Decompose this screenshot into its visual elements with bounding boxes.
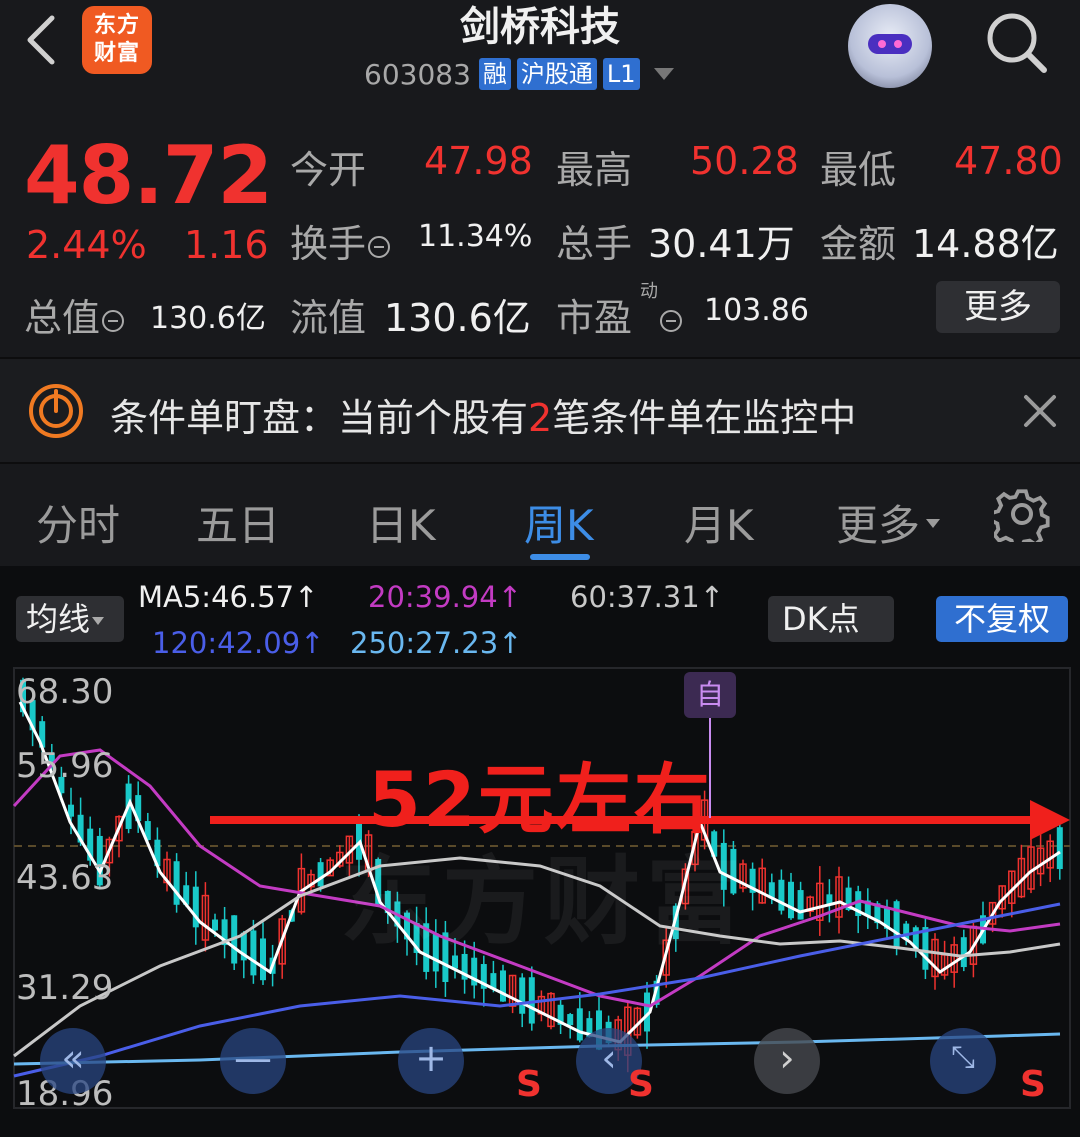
candle-body xyxy=(1056,827,1063,870)
ma250-line xyxy=(13,1032,1061,1066)
top-bar: 东方 财富 剑桥科技 603083 融 沪股通 L1 xyxy=(0,0,1080,105)
next-button[interactable]: › xyxy=(754,1028,820,1094)
turnover-label[interactable]: 换手 xyxy=(290,213,391,268)
close-icon[interactable] xyxy=(1018,389,1062,433)
rewind-button[interactable]: « xyxy=(40,1028,106,1094)
search-icon[interactable] xyxy=(980,10,1052,76)
stock-code-row[interactable]: 603083 融 沪股通 L1 xyxy=(364,56,674,92)
candle-body xyxy=(778,879,785,911)
high-label: 最高 xyxy=(556,148,633,192)
volume-label: 总手 xyxy=(556,222,633,266)
more-button[interactable]: 更多 xyxy=(936,281,1060,333)
candle-body xyxy=(797,890,804,920)
candle-body xyxy=(519,977,526,1014)
sell-signal-marker: S xyxy=(516,1064,542,1105)
sell-signal-marker: S xyxy=(628,1064,654,1105)
tab-more[interactable]: 更多 xyxy=(836,492,941,553)
pe-value: 103.86 xyxy=(704,293,809,328)
candle-body xyxy=(922,927,929,970)
assistant-avatar[interactable] xyxy=(848,4,932,88)
sell-signal-marker: S xyxy=(1020,1064,1046,1105)
y-axis-label: 31.29 xyxy=(16,968,114,1008)
low-label: 最低 xyxy=(820,148,897,192)
y-axis-label: 55.96 xyxy=(16,746,114,786)
condition-order-banner[interactable]: 条件单盯盘：当前个股有2笔条件单在监控中 xyxy=(0,357,1080,462)
candle-body xyxy=(788,881,794,919)
info-icon xyxy=(660,309,683,332)
fullscreen-button[interactable]: ⤡ xyxy=(930,1028,996,1094)
low-value: 47.80 xyxy=(954,139,1063,183)
candle-body xyxy=(250,930,257,976)
tab-intraday[interactable]: 分时 xyxy=(36,492,120,553)
amount-value: 14.88亿 xyxy=(912,222,1059,266)
tab-daily-k[interactable]: 日K xyxy=(366,492,436,553)
candle-body xyxy=(260,938,266,981)
level-tag: L1 xyxy=(602,58,640,90)
quote-panel: 48.72 2.44% 1.16 今开 47.98 最高 50.28 最低 47… xyxy=(0,105,1080,357)
open-value: 47.98 xyxy=(424,139,533,183)
active-tab-indicator xyxy=(530,554,590,560)
info-icon xyxy=(368,235,391,258)
tab-weekly-k[interactable]: 周K xyxy=(524,492,594,553)
y-axis-label: 68.30 xyxy=(16,672,114,712)
zoom-in-button[interactable]: + xyxy=(398,1028,464,1094)
zoom-out-button[interactable]: — xyxy=(220,1028,286,1094)
info-icon xyxy=(102,309,125,332)
float-cap-label: 流值 xyxy=(290,296,367,340)
candle-body xyxy=(173,861,180,905)
period-tabs: 分时 五日 日K 周K 月K 更多 xyxy=(0,462,1080,566)
candle-body xyxy=(528,977,535,1024)
market-cap-value: 130.6亿 xyxy=(150,301,266,336)
amount-label: 金额 xyxy=(820,222,897,266)
connect-tag: 沪股通 xyxy=(516,58,597,90)
candle-body xyxy=(212,919,218,931)
annotation-arrow-head xyxy=(1030,800,1070,840)
stock-code: 603083 xyxy=(364,57,471,91)
turnover-value: 11.34% xyxy=(418,219,533,254)
margin-tag: 融 xyxy=(478,58,511,90)
candle-body xyxy=(960,937,967,968)
change-amount: 1.16 xyxy=(184,223,269,267)
candle-body xyxy=(500,970,506,1002)
banner-message: 条件单盯盘：当前个股有2笔条件单在监控中 xyxy=(110,396,857,440)
y-axis-label: 43.63 xyxy=(16,858,114,898)
candle-body xyxy=(317,862,324,887)
pe-label[interactable]: 市盈 xyxy=(556,287,683,342)
float-cap-value: 130.6亿 xyxy=(384,296,531,340)
volume-value: 30.41万 xyxy=(648,222,795,266)
candle-body xyxy=(567,1014,574,1026)
tab-monthly-k[interactable]: 月K xyxy=(684,492,754,553)
pe-dynamic-mark: 动 xyxy=(640,281,658,302)
open-label: 今开 xyxy=(290,148,367,192)
change-percent: 2.44% xyxy=(26,223,147,267)
gear-icon[interactable] xyxy=(994,486,1050,542)
self-select-marker[interactable]: 自 xyxy=(684,672,736,718)
tab-five-day[interactable]: 五日 xyxy=(196,492,280,553)
high-value: 50.28 xyxy=(690,139,799,183)
chevron-down-icon xyxy=(926,519,941,528)
last-price: 48.72 xyxy=(24,129,273,222)
price-annotation: 52元左右 xyxy=(368,755,712,844)
chevron-down-icon xyxy=(653,68,674,80)
kline-chart-area[interactable]: 均线 MA5:46.57↑ 20:39.94↑ 60:37.31↑ 120:42… xyxy=(0,566,1080,1137)
market-cap-label[interactable]: 总值 xyxy=(24,287,125,342)
target-icon xyxy=(29,384,83,438)
